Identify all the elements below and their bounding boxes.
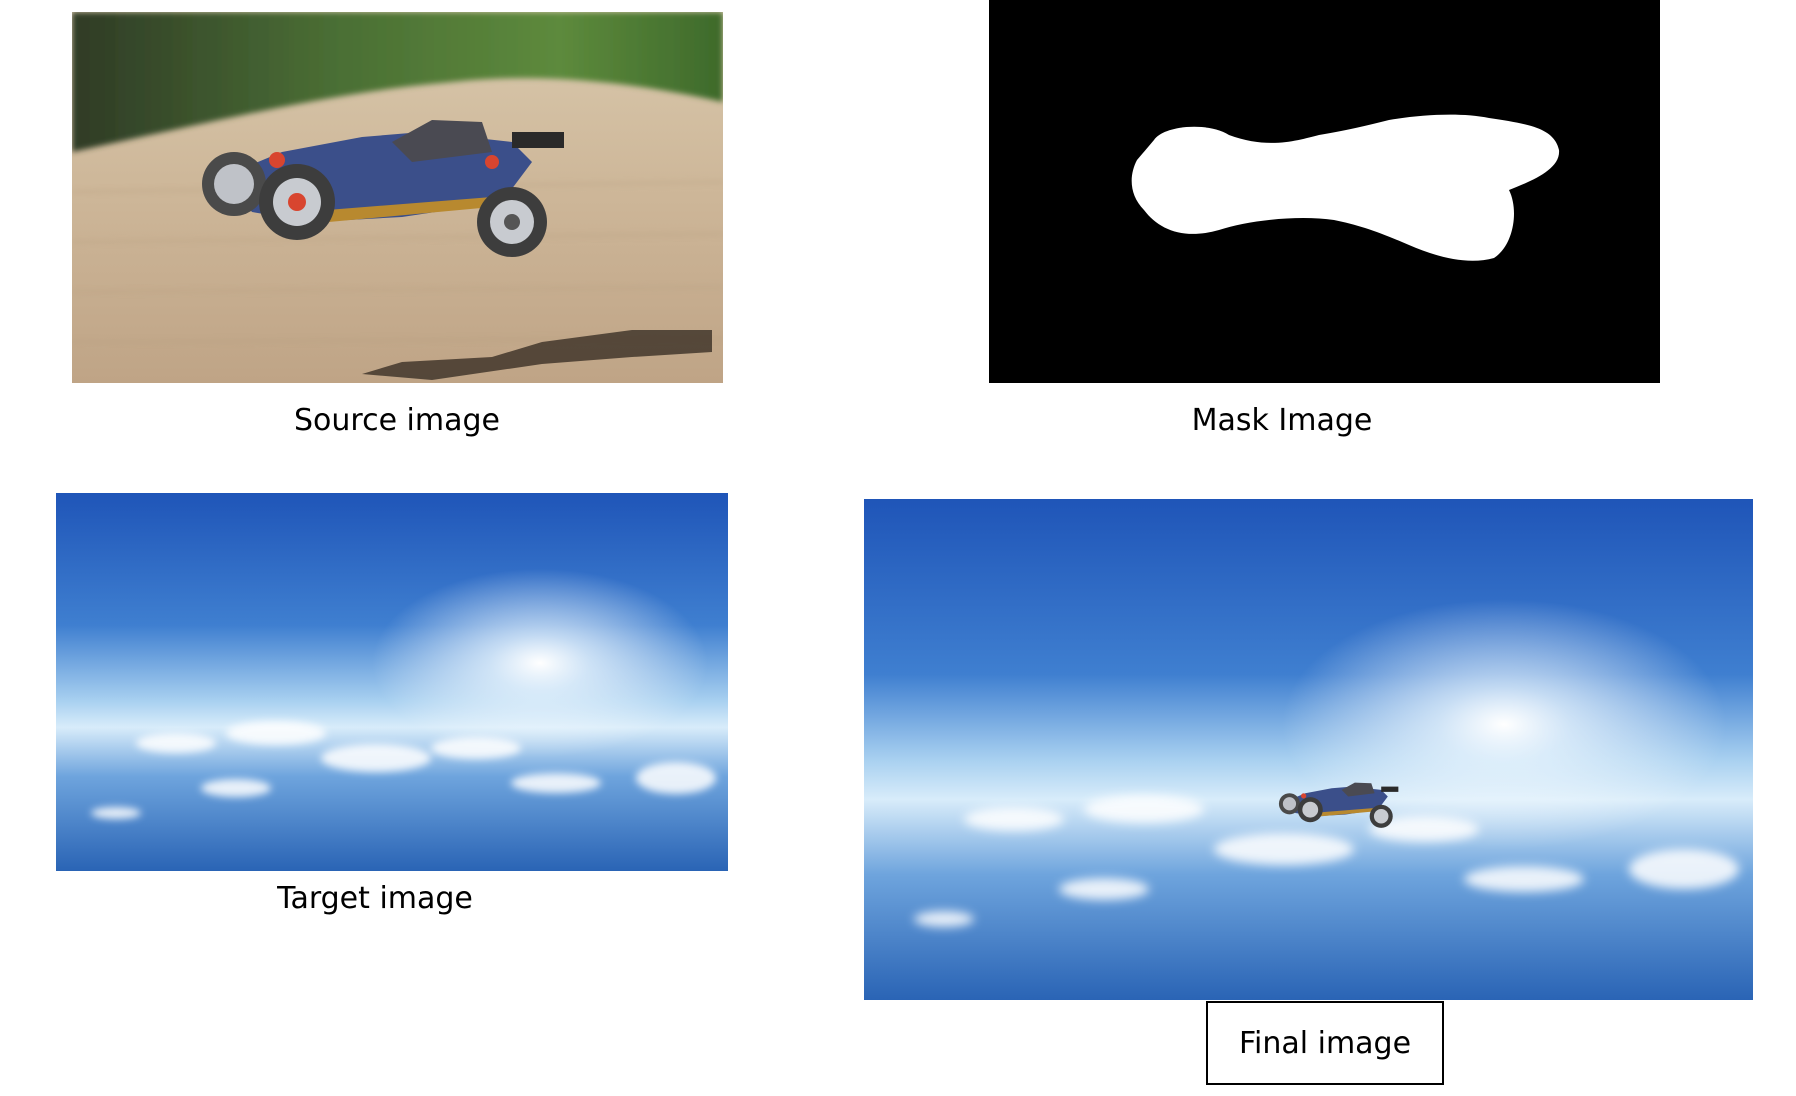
source-image-caption: Source image [293, 403, 500, 438]
mask-image [989, 0, 1660, 383]
final-image-caption: Final image [1206, 1001, 1444, 1085]
source-image [72, 12, 723, 383]
final-image-panel [864, 499, 1753, 1000]
target-image [56, 493, 728, 871]
target-image-panel [56, 493, 728, 871]
target-image-caption: Target image [277, 881, 473, 916]
source-image-panel [72, 12, 723, 383]
mask-image-caption: Mask Image [1191, 403, 1373, 438]
final-image [864, 499, 1753, 1000]
mask-image-panel [989, 0, 1660, 383]
